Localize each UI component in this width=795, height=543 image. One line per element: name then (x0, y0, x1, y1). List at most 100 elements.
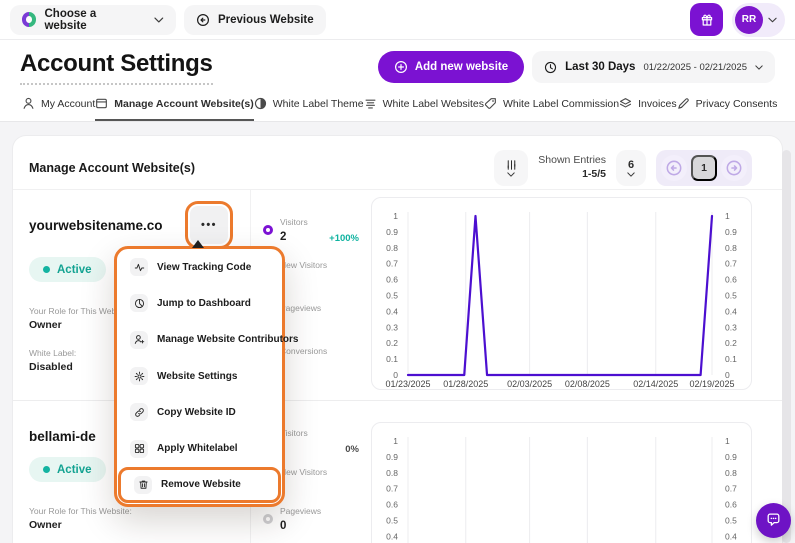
rewards-button[interactable] (690, 3, 723, 36)
svg-text:0.5: 0.5 (725, 516, 737, 526)
settings-tabs: My Account Manage Account Website(s) Whi… (0, 88, 795, 122)
plus-circle-icon (394, 60, 408, 74)
contrast-icon (254, 97, 267, 110)
date-range-value: 01/22/2025 - 02/21/2025 (643, 62, 747, 73)
svg-text:0.7: 0.7 (386, 484, 398, 494)
layers-icon (619, 97, 632, 110)
svg-text:0.9: 0.9 (386, 452, 398, 462)
svg-text:0.9: 0.9 (725, 227, 737, 237)
avatar: RR (735, 6, 763, 34)
website-name: yourwebsitename.co (29, 218, 163, 233)
activity-icon (134, 262, 145, 273)
chevron-down-icon (507, 172, 515, 177)
user-icon (22, 97, 35, 110)
status-dot-icon (43, 466, 50, 473)
tab-white-label-theme[interactable]: White Label Theme (254, 88, 364, 121)
arrow-left-circle-icon (665, 159, 683, 177)
visitors-line-chart: 000.10.10.20.20.30.30.40.40.50.50.60.60.… (371, 422, 752, 543)
shown-entries-value: 1-5/5 (538, 168, 606, 182)
section-title: Manage Account Website(s) (29, 161, 195, 175)
date-range-picker[interactable]: Last 30 Days 01/22/2025 - 02/21/2025 (532, 51, 775, 83)
status-badge: Active (29, 457, 106, 482)
svg-text:0.2: 0.2 (725, 338, 737, 348)
svg-text:0.3: 0.3 (725, 322, 737, 332)
chevron-down-icon (627, 172, 635, 177)
stat-pageviews: Pageviews 0 (263, 501, 359, 534)
tab-white-label-commission[interactable]: White Label Commission (484, 88, 619, 121)
website-actions-button[interactable]: ••• (190, 206, 228, 244)
svg-text:1: 1 (725, 436, 730, 446)
page-number-1[interactable]: 1 (691, 155, 717, 181)
tab-my-account[interactable]: My Account (22, 88, 95, 121)
svg-text:0.4: 0.4 (386, 531, 398, 541)
previous-website-label: Previous Website (218, 14, 314, 26)
chat-widget-button[interactable] (756, 503, 791, 538)
menu-item-copy-website-id[interactable]: Copy Website ID (117, 394, 282, 430)
annotation-highlight: Remove Website (118, 467, 281, 503)
shown-entries: Shown Entries 1-5/5 (538, 154, 606, 181)
choose-website-dropdown[interactable]: Choose a website (10, 5, 176, 35)
clock-icon (544, 61, 557, 74)
menu-item-manage-website-contributors[interactable]: Manage Website Contributors (117, 322, 282, 358)
chevron-down-icon (768, 17, 777, 23)
svg-text:1: 1 (725, 211, 730, 221)
svg-text:01/28/2025: 01/28/2025 (443, 379, 488, 389)
svg-text:0.5: 0.5 (725, 291, 737, 301)
grid-squares-icon (134, 443, 145, 454)
tab-manage-account-websites[interactable]: Manage Account Website(s) (95, 88, 253, 121)
app-logo-icon (22, 12, 36, 27)
browser-icon (95, 97, 108, 110)
menu-item-apply-whitelabel[interactable]: Apply Whitelabel (117, 430, 282, 466)
svg-text:0.2: 0.2 (386, 338, 398, 348)
page-size-select[interactable]: 6 (616, 150, 646, 186)
next-page-button[interactable] (721, 155, 747, 181)
svg-text:0.4: 0.4 (725, 531, 737, 541)
menu-item-view-tracking-code[interactable]: View Tracking Code (117, 249, 282, 285)
pagination: 1 (656, 150, 752, 186)
svg-text:1: 1 (393, 436, 398, 446)
svg-text:0.6: 0.6 (725, 275, 737, 285)
previous-website-button[interactable]: Previous Website (184, 5, 326, 35)
svg-text:0.4: 0.4 (725, 306, 737, 316)
choose-website-label: Choose a website (44, 8, 138, 32)
tab-white-label-websites[interactable]: White Label Websites (364, 88, 484, 121)
user-plus-icon (134, 334, 145, 345)
stat-visitors: Visitors 2 +100% (263, 212, 359, 245)
user-menu[interactable]: RR (732, 3, 785, 37)
menu-item-jump-to-dashboard[interactable]: Jump to Dashboard (117, 285, 282, 321)
add-new-website-button[interactable]: Add new website (378, 51, 524, 83)
svg-text:0.6: 0.6 (386, 275, 398, 285)
arrow-left-circle-icon (196, 13, 210, 27)
link-icon (134, 407, 145, 418)
svg-text:0.9: 0.9 (725, 452, 737, 462)
role-label: Your Role for This Website: (29, 506, 238, 516)
svg-text:0.1: 0.1 (725, 354, 737, 364)
arrow-right-circle-icon (725, 159, 743, 177)
page-title: Account Settings (20, 50, 213, 85)
svg-text:0.6: 0.6 (386, 500, 398, 510)
pen-icon (677, 97, 690, 110)
svg-text:02/03/2025: 02/03/2025 (507, 379, 552, 389)
svg-text:0.7: 0.7 (725, 484, 737, 494)
website-actions-menu: View Tracking Code Jump to Dashboard Man… (114, 246, 285, 507)
menu-item-remove-website[interactable]: Remove Website (121, 470, 278, 500)
text-lines-icon (364, 97, 377, 110)
prev-page-button[interactable] (661, 155, 687, 181)
status-dot-icon (43, 266, 50, 273)
filter-button[interactable] (494, 150, 528, 186)
gift-icon (700, 13, 714, 27)
svg-text:1: 1 (393, 211, 398, 221)
page-header: Account Settings Add new website Last 30… (0, 40, 795, 88)
pie-chart-icon (134, 298, 145, 309)
svg-text:0.9: 0.9 (386, 227, 398, 237)
menu-arrow (192, 240, 204, 248)
chevron-down-icon (154, 17, 164, 23)
scrollbar-thumb[interactable] (782, 150, 791, 543)
svg-text:0.8: 0.8 (725, 468, 737, 478)
gear-icon (134, 371, 145, 382)
tab-invoices[interactable]: Invoices (619, 88, 677, 121)
svg-text:0.5: 0.5 (386, 291, 398, 301)
svg-text:0.7: 0.7 (725, 259, 737, 269)
tab-privacy-consents[interactable]: Privacy Consents (677, 88, 778, 121)
menu-item-website-settings[interactable]: Website Settings (117, 358, 282, 394)
